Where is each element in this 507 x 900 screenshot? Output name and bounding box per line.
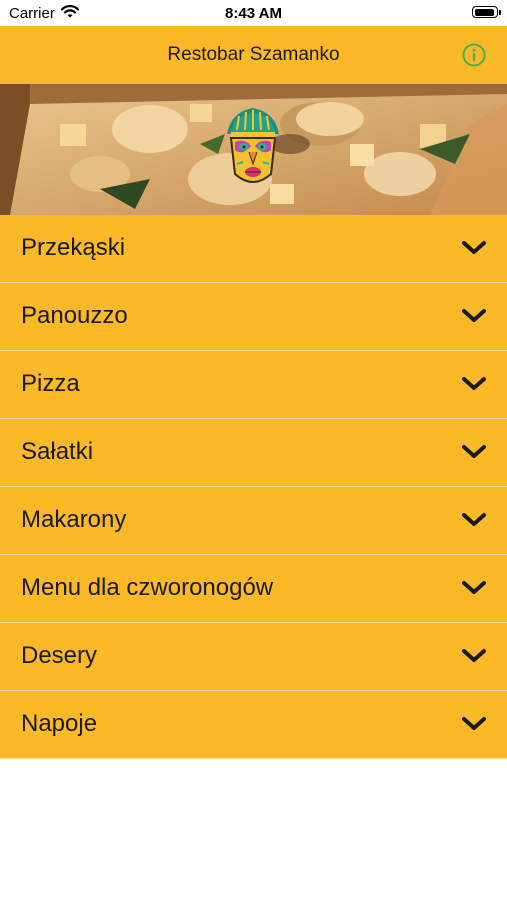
navigation-bar: Restobar Szamanko (0, 26, 507, 84)
battery-icon (472, 6, 501, 18)
battery-level (474, 8, 494, 16)
chevron-down-icon (462, 241, 486, 254)
chevron-down-icon (462, 581, 486, 594)
menu-item-salatki[interactable]: Sałatki (0, 419, 507, 487)
menu-item-label: Pizza (21, 370, 80, 397)
info-button[interactable] (462, 43, 486, 67)
menu-item-label: Napoje (21, 710, 98, 737)
menu-item-desery[interactable]: Desery (0, 623, 507, 691)
chevron-down-icon (462, 513, 486, 526)
menu-item-label: Makarony (21, 506, 127, 533)
menu-item-panouzzo[interactable]: Panouzzo (0, 283, 507, 351)
menu-item-makarony[interactable]: Makarony (0, 487, 507, 555)
chevron-down-icon (462, 377, 486, 390)
menu-item-napoje[interactable]: Napoje (0, 691, 507, 759)
chevron-down-icon (462, 649, 486, 662)
chevron-down-icon (462, 717, 486, 730)
chevron-down-icon (462, 309, 486, 322)
menu-item-label: Przekąski (21, 234, 126, 261)
page-title: Restobar Szamanko (167, 44, 340, 65)
menu-item-label: Menu dla czworonogów (21, 574, 274, 601)
menu-item-label: Sałatki (21, 438, 94, 465)
menu-item-pizza[interactable]: Pizza (0, 351, 507, 419)
menu-category-list: Przekąski Panouzzo Pizza Sałatki Makaron… (0, 215, 507, 759)
menu-item-przekaski[interactable]: Przekąski (0, 215, 507, 283)
status-time: 8:43 AM (225, 5, 282, 22)
status-bar: Carrier 8:43 AM (0, 0, 507, 26)
menu-item-label: Desery (21, 642, 98, 669)
chevron-down-icon (462, 445, 486, 458)
menu-item-menu-dla-czworonogow[interactable]: Menu dla czworonogów (0, 555, 507, 623)
menu-item-label: Panouzzo (21, 302, 128, 329)
shaman-mask-logo (227, 108, 279, 183)
info-icon (462, 43, 486, 67)
